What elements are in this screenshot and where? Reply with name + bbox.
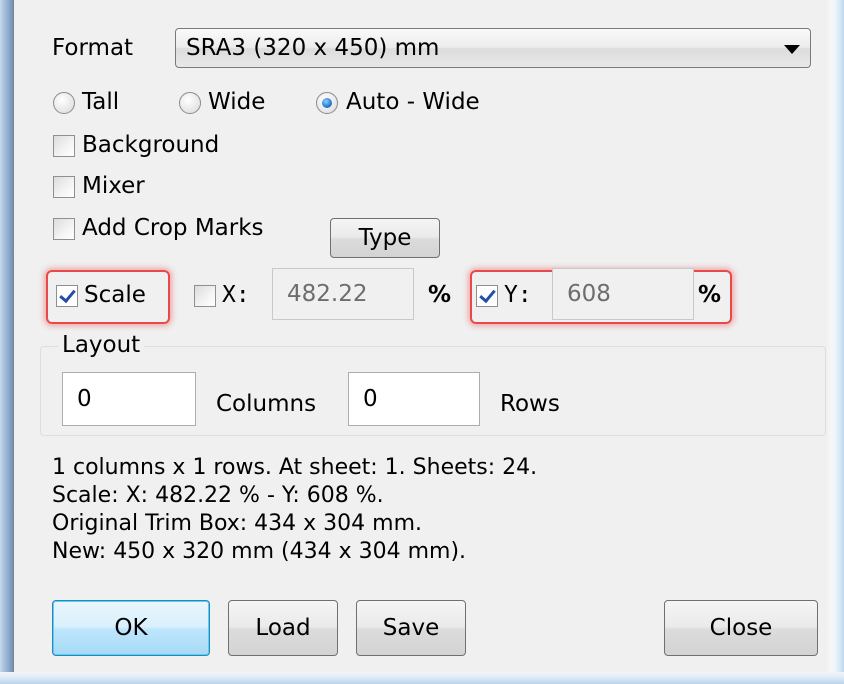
format-dropdown[interactable]: SRA3 (320 x 450) mm (175, 28, 811, 68)
scale-checkbox[interactable] (56, 285, 78, 307)
save-button[interactable]: Save (356, 600, 466, 656)
crop-marks-checkbox[interactable] (53, 218, 75, 240)
crop-marks-label[interactable]: Add Crop Marks (82, 214, 264, 242)
mixer-label[interactable]: Mixer (82, 172, 145, 200)
window-left-border (0, 0, 14, 684)
info-line-new: New: 450 x 320 mm (434 x 304 mm). (52, 539, 467, 564)
layout-title: Layout (58, 331, 145, 359)
scale-x-label[interactable]: X: (222, 281, 250, 309)
scale-label[interactable]: Scale (84, 281, 146, 309)
chevron-down-icon[interactable] (784, 45, 800, 54)
info-line-layout: 1 columns x 1 rows. At sheet: 1. Sheets:… (52, 455, 538, 480)
scale-y-input[interactable]: 608 (552, 268, 694, 320)
ok-button[interactable]: OK (52, 600, 210, 656)
rows-input[interactable]: 0 (348, 372, 480, 426)
scale-y-checkbox[interactable] (476, 285, 498, 307)
radio-wide[interactable] (179, 92, 201, 114)
load-button[interactable]: Load (228, 600, 338, 656)
radio-tall[interactable] (53, 92, 75, 114)
window-bottom-border (0, 672, 844, 684)
format-label: Format (52, 35, 134, 61)
close-button[interactable]: Close (664, 600, 818, 656)
window-right-border (826, 0, 844, 684)
scale-x-input[interactable]: 482.22 (272, 268, 414, 320)
scale-y-unit: % (698, 282, 722, 308)
radio-auto-wide-label[interactable]: Auto - Wide (346, 88, 480, 116)
columns-label: Columns (216, 391, 317, 417)
radio-wide-label[interactable]: Wide (208, 88, 265, 116)
scale-y-label[interactable]: Y: (504, 281, 532, 309)
background-checkbox[interactable] (53, 135, 75, 157)
dialog-window: Format SRA3 (320 x 450) mm Tall Wide Aut… (0, 0, 844, 684)
radio-auto-wide[interactable] (316, 92, 338, 114)
rows-label: Rows (500, 391, 560, 417)
columns-input[interactable]: 0 (62, 372, 196, 426)
scale-x-checkbox[interactable] (194, 285, 216, 307)
background-label[interactable]: Background (82, 131, 219, 159)
info-line-original: Original Trim Box: 434 x 304 mm. (52, 511, 423, 536)
type-button[interactable]: Type (330, 218, 440, 258)
mixer-checkbox[interactable] (53, 176, 75, 198)
radio-tall-label[interactable]: Tall (82, 88, 119, 116)
format-dropdown-value: SRA3 (320 x 450) mm (186, 35, 440, 61)
info-line-scale: Scale: X: 482.22 % - Y: 608 %. (52, 483, 384, 508)
scale-x-unit: % (428, 282, 452, 308)
